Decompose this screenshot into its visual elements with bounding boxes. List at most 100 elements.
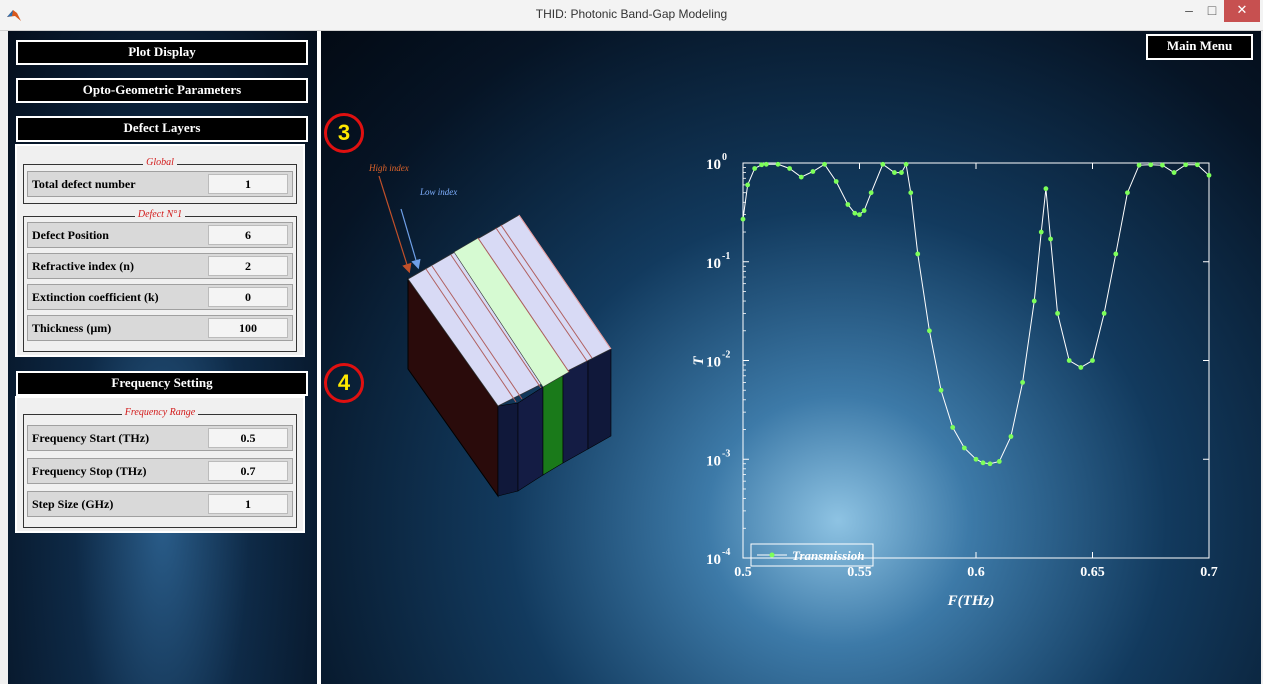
transmission-point <box>903 161 909 167</box>
y-tick-label: 10 <box>706 157 721 173</box>
transmission-point <box>927 328 932 334</box>
total-defect-number-input[interactable]: 1 <box>208 174 288 194</box>
transmission-point <box>740 216 746 222</box>
thickness-input[interactable]: 100 <box>208 318 288 338</box>
frequency-start-input[interactable]: 0.5 <box>208 428 288 448</box>
window-title: THID: Photonic Band-Gap Modeling <box>535 7 728 21</box>
opto-geometric-parameters-button[interactable]: Opto-Geometric Parameters <box>16 78 308 103</box>
minimize-button[interactable]: – <box>1178 0 1200 22</box>
transmission-chart: 0.5 0.55 0.6 0.65 0.710 010 -110 -210 -310 -4 F(T… <box>691 152 1218 609</box>
transmission-point <box>961 445 967 451</box>
transmission-point <box>1031 298 1037 304</box>
frequency-stop-input[interactable]: 0.7 <box>208 461 288 481</box>
transmission-point <box>787 166 792 171</box>
transmission-point <box>810 169 816 174</box>
step-size-input[interactable]: 1 <box>208 494 288 514</box>
defect-position-label: Defect Position <box>32 228 109 242</box>
high-index-arrow <box>378 175 412 274</box>
transmission-point <box>915 251 921 257</box>
transmission-point <box>763 161 769 167</box>
y-axis-label: T <box>691 356 707 366</box>
transmission-point <box>752 166 758 171</box>
step-size-row: Step Size (GHz) 1 <box>27 491 293 517</box>
transmission-point <box>1113 251 1119 257</box>
step-size-label: Step Size (GHz) <box>32 497 114 511</box>
refractive-index-row: Refractive index (n) 2 <box>27 253 293 279</box>
transmission-point <box>857 212 862 218</box>
transmission-point <box>1078 365 1084 370</box>
transmission-point <box>1148 162 1154 168</box>
transmission-point <box>973 456 979 462</box>
plot-display-button[interactable]: Plot Display <box>16 40 308 65</box>
legend-label: Transmission <box>792 548 865 563</box>
defect-layers-panel: Global Total defect number 1 Defect N°1 … <box>15 144 305 357</box>
transmission-point <box>996 459 1002 464</box>
frequency-setting-button[interactable]: Frequency Setting <box>16 371 308 396</box>
defect-1-group: Defect N°1 Defect Position 6 Refractive … <box>23 209 297 352</box>
display-area: Main Menu 3 4 High index Low index 0.5 0… <box>321 31 1261 684</box>
defect-position-input[interactable]: 6 <box>208 225 288 245</box>
x-tick-label: 0.6 <box>967 565 985 580</box>
extinction-coefficient-input[interactable]: 0 <box>208 287 288 307</box>
transmission-point <box>1048 236 1053 242</box>
close-button[interactable]: ✕ <box>1224 0 1260 22</box>
frequency-setting-panel: Frequency Range Frequency Start (THz) 0.… <box>15 396 305 533</box>
chart-legend: Transmission <box>750 543 874 567</box>
plot-frame <box>742 162 1210 559</box>
structure-layer <box>517 386 544 492</box>
frequency-range-group: Frequency Range Frequency Start (THz) 0.… <box>23 407 297 528</box>
main-menu-button[interactable]: Main Menu <box>1146 34 1253 60</box>
multilayer-structure-view: High index Low index <box>368 163 612 498</box>
transmission-point <box>1090 358 1095 363</box>
y-tick-exponent: -2 <box>722 350 730 361</box>
refractive-index-label: Refractive index (n) <box>32 259 134 273</box>
left-control-panel: Plot Display Opto-Geometric Parameters D… <box>8 31 317 684</box>
maximize-button[interactable]: □ <box>1201 0 1223 22</box>
global-group-title: Global <box>143 157 177 168</box>
transmission-line <box>742 162 1210 465</box>
high-index-label: High index <box>368 163 409 173</box>
transmission-point <box>1171 170 1177 175</box>
structure-layer <box>587 348 612 450</box>
x-tick-label: 0.55 <box>847 565 872 580</box>
y-tick-exponent: -3 <box>722 448 730 459</box>
y-tick-label: 10 <box>706 256 721 272</box>
transmission-point <box>938 387 944 393</box>
frequency-stop-label: Frequency Stop (THz) <box>32 464 147 478</box>
frequency-stop-row: Frequency Stop (THz) 0.7 <box>27 458 293 484</box>
extinction-coefficient-row: Extinction coefficient (k) 0 <box>27 284 293 310</box>
x-tick-label: 0.7 <box>1200 565 1218 580</box>
transmission-point <box>1183 162 1189 168</box>
refractive-index-input[interactable]: 2 <box>208 256 288 276</box>
y-tick-exponent: 0 <box>722 152 727 163</box>
app-window: THID: Photonic Band-Gap Modeling – □ ✕ P… <box>0 0 1263 684</box>
frequency-start-row: Frequency Start (THz) 0.5 <box>27 425 293 451</box>
defect-position-row: Defect Position 6 <box>27 222 293 248</box>
extinction-coefficient-label: Extinction coefficient (k) <box>32 290 159 304</box>
structure-layer <box>562 358 589 464</box>
low-index-arrow <box>400 208 421 270</box>
y-tick-label: 10 <box>706 355 721 371</box>
total-defect-number-row: Total defect number 1 <box>27 171 293 197</box>
transmission-point <box>1008 434 1014 439</box>
transmission-point <box>861 208 867 213</box>
low-index-label: Low index <box>419 187 457 197</box>
global-group: Global Total defect number 1 <box>23 157 297 204</box>
x-tick-label: 0.65 <box>1080 565 1105 580</box>
structure-layer <box>497 402 519 497</box>
y-tick-exponent: -4 <box>722 547 730 558</box>
transmission-point <box>1136 162 1142 168</box>
frequency-range-group-title: Frequency Range <box>121 407 199 418</box>
defect-layers-button[interactable]: Defect Layers <box>16 116 308 142</box>
thickness-row: Thickness (µm) 100 <box>27 315 293 341</box>
transmission-point <box>1020 380 1025 385</box>
transmission-point <box>892 170 897 175</box>
transmission-point <box>845 202 851 207</box>
transmission-point <box>908 190 914 196</box>
transmission-point <box>1055 310 1060 316</box>
total-defect-number-label: Total defect number <box>32 177 136 191</box>
transmission-point <box>775 161 781 167</box>
y-tick-exponent: -1 <box>722 251 730 262</box>
y-tick-label: 10 <box>706 552 721 568</box>
transmission-point <box>1194 162 1200 168</box>
